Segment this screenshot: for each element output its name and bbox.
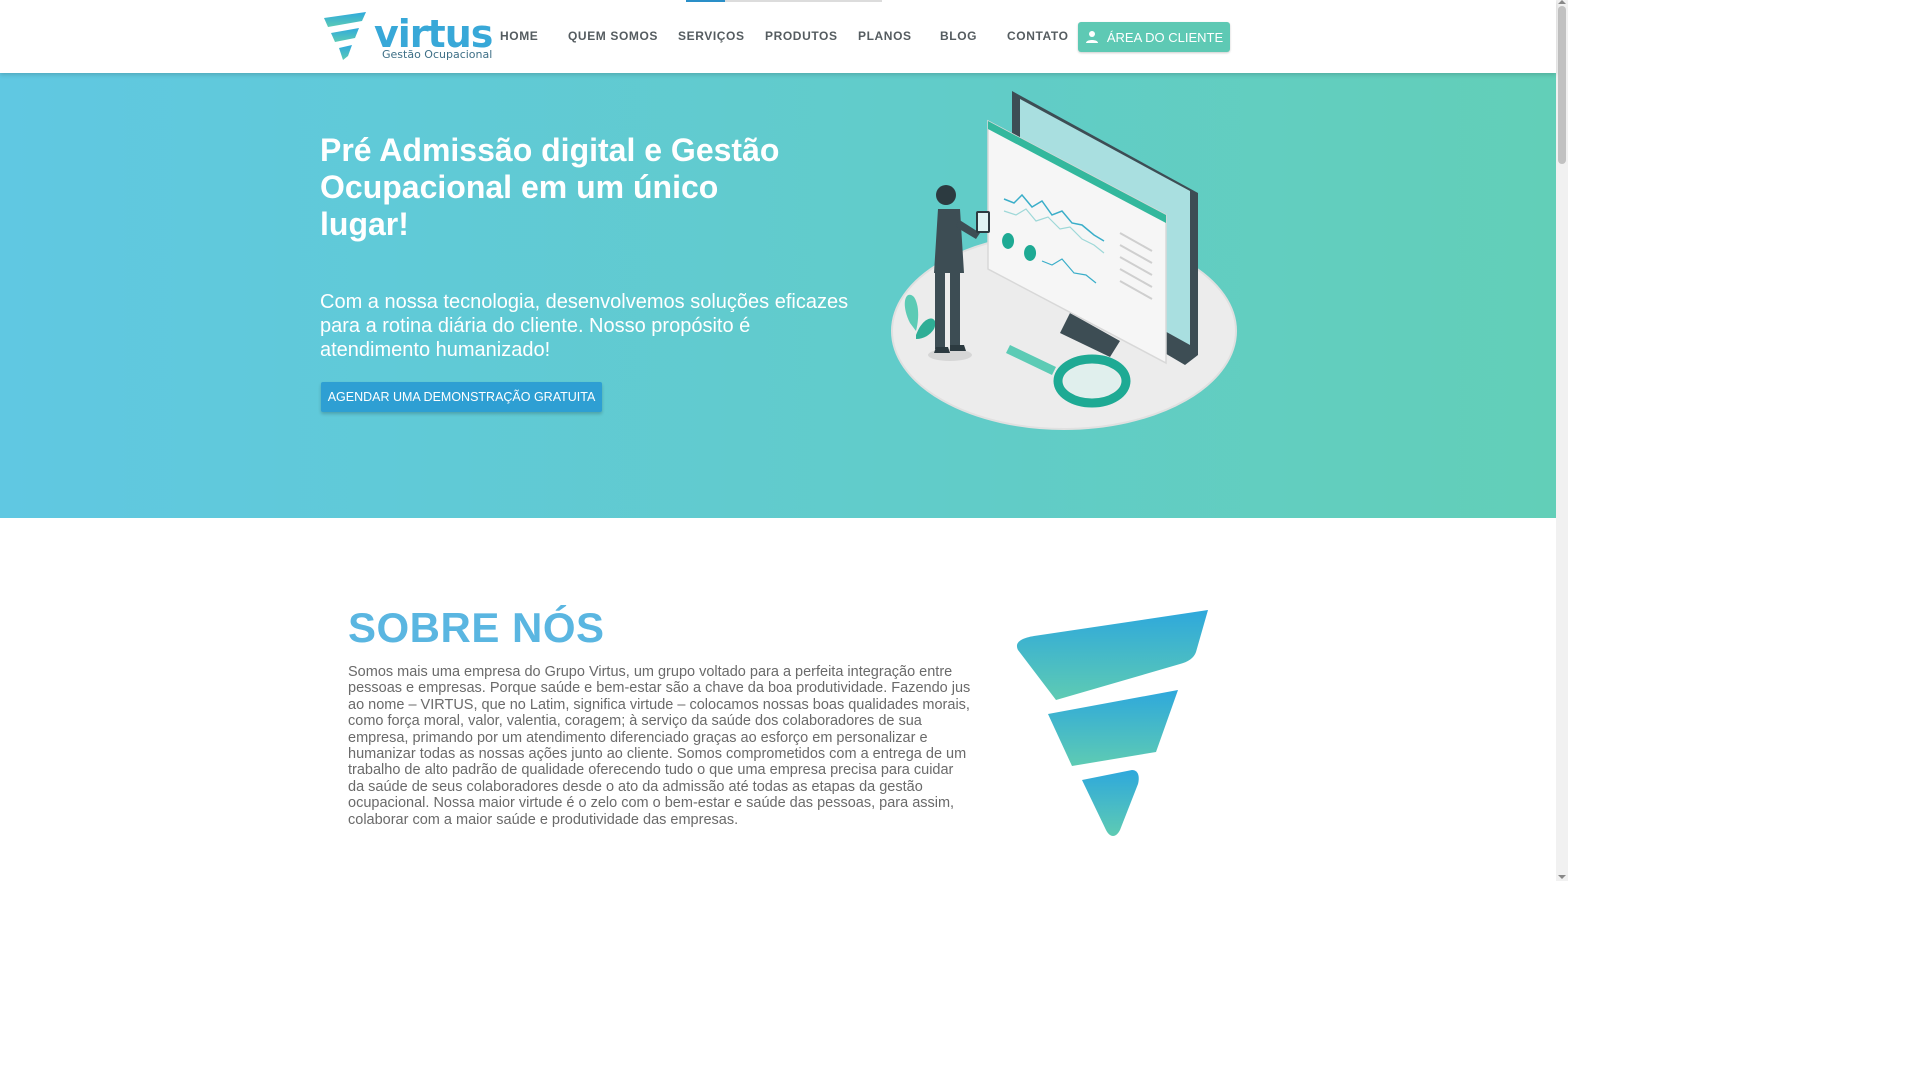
nav-active-indicator xyxy=(686,0,725,2)
nav-produtos[interactable]: PRODUTOS xyxy=(765,29,838,43)
nav-servicos[interactable]: SERVIÇOS xyxy=(678,29,745,43)
nav-contato[interactable]: CONTATO xyxy=(1007,29,1069,43)
hero-title: Pré Admissão digital e Gestão Ocupaciona… xyxy=(320,132,780,242)
scroll-up-icon[interactable] xyxy=(1558,0,1566,4)
site-header: virtus Gestão Ocupacional HOME QUEM SOMO… xyxy=(0,0,1556,73)
hero-section: Pré Admissão digital e Gestão Ocupaciona… xyxy=(0,73,1556,518)
about-text: Somos mais uma empresa do Grupo Virtus, … xyxy=(348,664,971,828)
virtus-logo-mark-icon xyxy=(324,12,366,60)
client-area-label: ÁREA DO CLIENTE xyxy=(1106,29,1224,45)
person-analyzing-dashboard-illustration xyxy=(891,91,1237,430)
schedule-demo-button[interactable]: AGENDAR UMA DEMONSTRAÇÃO GRATUITA xyxy=(321,382,602,412)
logo-tagline: Gestão Ocupacional xyxy=(382,48,493,61)
scroll-thumb[interactable] xyxy=(1558,6,1566,164)
virtus-large-logo-icon xyxy=(1016,610,1208,836)
virtus-logo[interactable]: virtus Gestão Ocupacional xyxy=(322,10,493,66)
scroll-down-icon[interactable] xyxy=(1558,875,1566,879)
hero-text: Com a nossa tecnologia, desenvolvemos so… xyxy=(320,291,849,361)
nav-quem-somos[interactable]: QUEM SOMOS xyxy=(568,29,658,43)
about-title: SOBRE NÓS xyxy=(348,604,605,651)
client-area-button[interactable]: ÁREA DO CLIENTE xyxy=(1078,22,1230,52)
nav-blog[interactable]: BLOG xyxy=(940,29,977,43)
nav-planos[interactable]: PLANOS xyxy=(858,29,912,43)
person-icon xyxy=(1085,31,1098,43)
nav-home[interactable]: HOME xyxy=(500,29,538,43)
page-scrollbar[interactable] xyxy=(1556,0,1568,881)
